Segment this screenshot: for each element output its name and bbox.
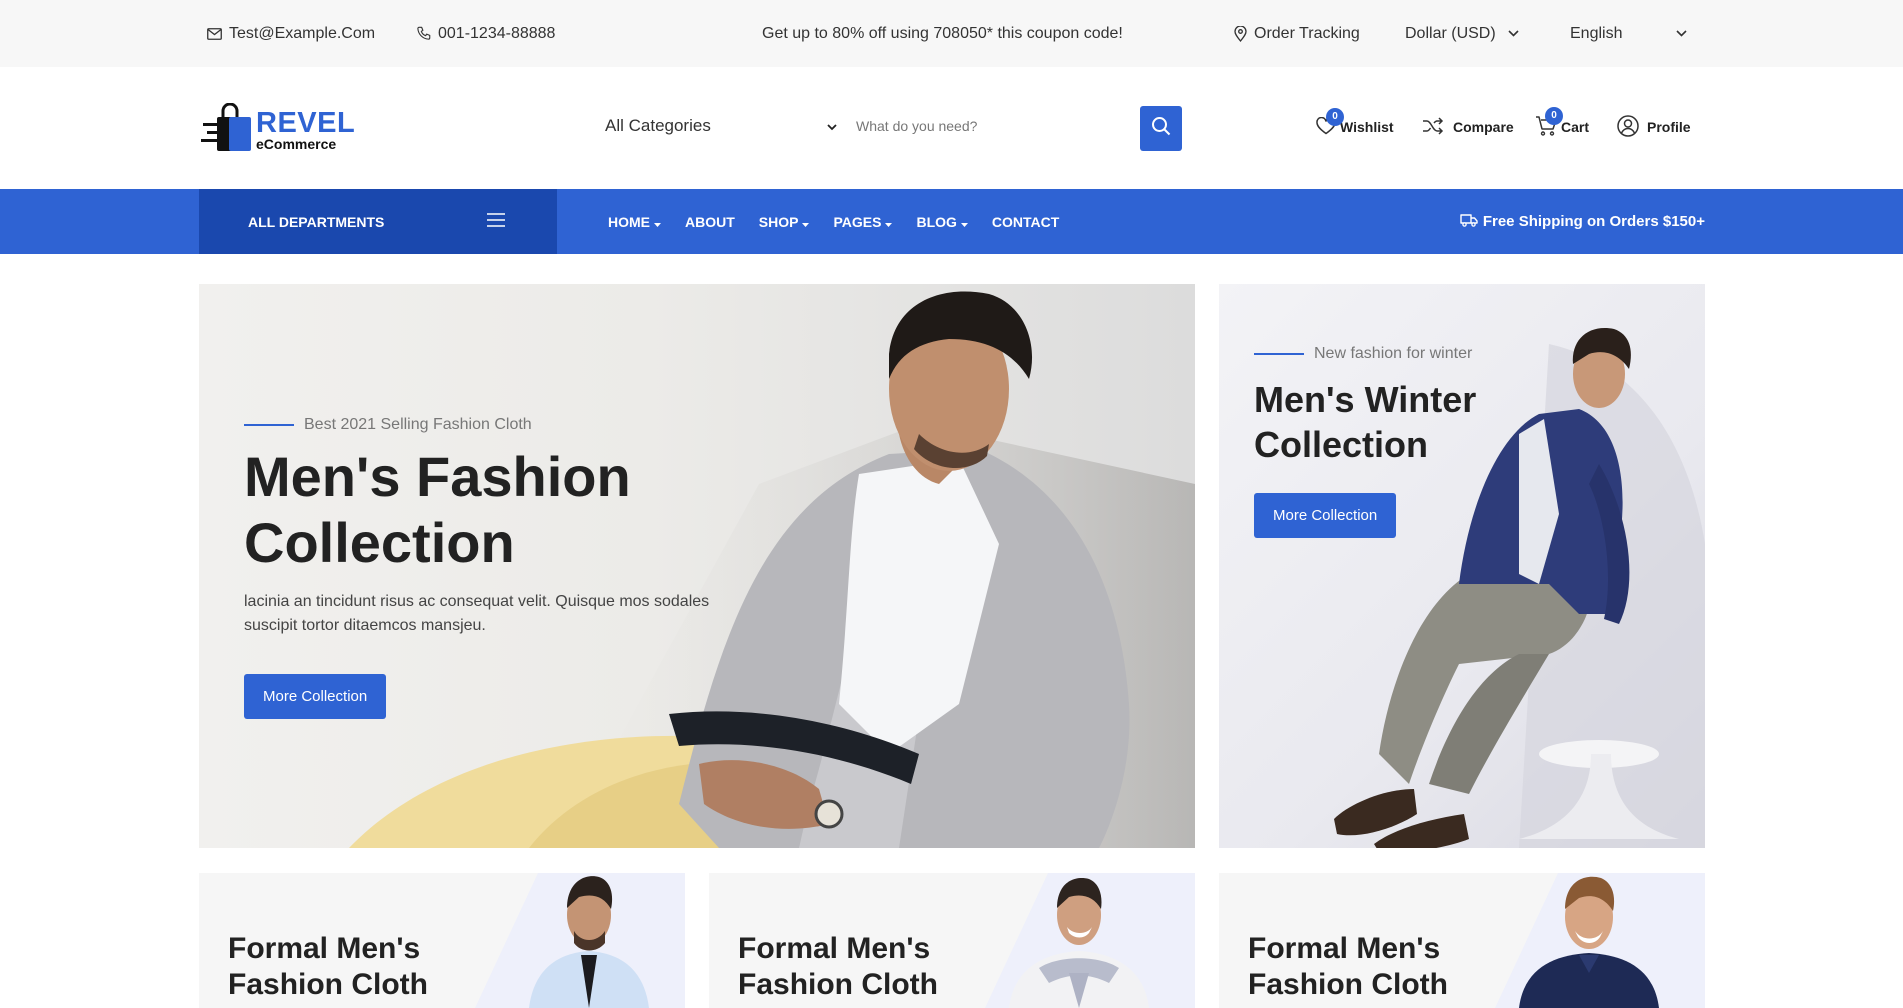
- order-tracking-link[interactable]: Order Tracking: [1234, 0, 1360, 67]
- nav-menu: HOME ABOUT SHOP PAGES BLOG CONTACT: [608, 189, 1083, 254]
- side-more-collection-button[interactable]: More Collection: [1254, 493, 1397, 538]
- main-navbar: ALL DEPARTMENTS HOME ABOUT SHOP PAGES BL…: [0, 189, 1903, 254]
- winter-model-image: [1334, 328, 1705, 848]
- caret-down-icon: [654, 214, 661, 230]
- hero-banner: Best 2021 Selling Fashion Cloth Men's Fa…: [199, 284, 1195, 848]
- contact-email[interactable]: Test@Example.Com: [207, 0, 375, 67]
- nav-item-label: ABOUT: [685, 213, 735, 230]
- order-tracking-label: Order Tracking: [1254, 24, 1360, 42]
- winter-collection-banner: New fashion for winter Men's Winter Coll…: [1219, 284, 1705, 848]
- compare-label: Compare: [1453, 119, 1514, 135]
- heart-icon: 0: [1316, 107, 1344, 138]
- hero-eyebrow-text: Best 2021 Selling Fashion Cloth: [304, 416, 532, 433]
- side-title: Men's Winter Collection: [1254, 379, 1477, 465]
- caret-down-icon: [960, 214, 968, 230]
- search-icon: [1151, 116, 1171, 141]
- card-title: Formal Men's Fashion Cloth: [228, 932, 428, 1001]
- side-eyebrow-text: New fashion for winter: [1314, 345, 1473, 362]
- user-icon: [1617, 114, 1639, 140]
- map-pin-icon: [1234, 25, 1247, 42]
- wishlist-link[interactable]: 0 Wishlist: [1316, 107, 1394, 141]
- category-card[interactable]: Formal Men's Fashion Cloth: [199, 873, 685, 1008]
- card-title: Formal Men's Fashion Cloth: [738, 932, 938, 1001]
- language-select[interactable]: English: [1570, 0, 1688, 67]
- profile-link[interactable]: Profile: [1617, 113, 1691, 141]
- chevron-down-icon: [827, 116, 837, 136]
- nav-item-label: SHOP: [758, 213, 799, 230]
- compare-link[interactable]: Compare: [1422, 113, 1514, 141]
- wishlist-label: Wishlist: [1340, 119, 1394, 135]
- contact-phone[interactable]: 001-1234-88888: [416, 0, 555, 67]
- currency-value: Dollar (USD): [1405, 24, 1496, 42]
- nav-item-label: CONTACT: [991, 213, 1060, 230]
- chevron-down-icon: [1676, 30, 1688, 37]
- logo-brand: REVEL: [256, 107, 356, 139]
- language-value: English: [1570, 24, 1623, 42]
- nav-item-about[interactable]: ABOUT: [685, 214, 735, 230]
- all-departments-label: ALL DEPARTMENTS: [248, 213, 385, 230]
- free-shipping-notice: Free Shipping on Orders $150+: [1460, 189, 1705, 254]
- nav-item-label: PAGES: [833, 213, 882, 230]
- eyebrow-line: [244, 424, 294, 426]
- cart-link[interactable]: 0 Cart: [1535, 106, 1590, 141]
- phone-icon: [416, 26, 431, 41]
- hamburger-menu-icon: [487, 213, 505, 230]
- nav-item-label: BLOG: [916, 213, 957, 230]
- mail-icon: [207, 27, 222, 40]
- site-logo[interactable]: REVEL eCommerce: [201, 103, 355, 155]
- hero-eyebrow: Best 2021 Selling Fashion Cloth: [244, 416, 532, 434]
- card-model-image: [1009, 878, 1149, 1008]
- search-button[interactable]: [1140, 106, 1182, 151]
- logo-text: REVEL eCommerce: [256, 107, 356, 152]
- chevron-down-icon: [1508, 30, 1519, 37]
- cart-icon: 0: [1535, 106, 1563, 139]
- coupon-text: Get up to 80% off using 708050* this cou…: [762, 24, 1123, 42]
- nav-item-label: HOME: [608, 213, 650, 230]
- hero-description: lacinia an tincidunt risus ac consequat …: [244, 593, 710, 634]
- nav-item-shop[interactable]: SHOP: [759, 214, 810, 230]
- cart-label: Cart: [1561, 119, 1590, 135]
- side-eyebrow: New fashion for winter: [1254, 345, 1472, 363]
- hero-more-collection-button[interactable]: More Collection: [244, 674, 387, 719]
- card-title: Formal Men's Fashion Cloth: [1248, 932, 1448, 1001]
- category-select-value: All Categories: [605, 116, 711, 135]
- wishlist-count-badge: 0: [1326, 107, 1344, 126]
- nav-item-contact[interactable]: CONTACT: [992, 214, 1059, 230]
- caret-down-icon: [885, 214, 893, 230]
- logo-subtitle: eCommerce: [256, 136, 337, 152]
- coupon-message: Get up to 80% off using 708050* this cou…: [762, 0, 1123, 67]
- category-select[interactable]: All Categories: [605, 111, 837, 141]
- nav-item-pages[interactable]: PAGES: [833, 213, 893, 230]
- shopping-bag-logo-icon: [201, 103, 251, 151]
- search-input[interactable]: [848, 109, 1128, 143]
- truck-icon: [1460, 213, 1478, 231]
- all-departments-button[interactable]: ALL DEPARTMENTS: [199, 189, 557, 254]
- profile-label: Profile: [1647, 119, 1691, 135]
- top-bar: Test@Example.Com 001-1234-88888 Get up t…: [0, 0, 1903, 67]
- phone-text: 001-1234-88888: [438, 24, 556, 42]
- currency-select[interactable]: Dollar (USD): [1405, 0, 1519, 67]
- card-model-image: [1519, 876, 1659, 1008]
- card-model-image: [529, 876, 649, 1008]
- caret-down-icon: [802, 214, 810, 230]
- email-text: Test@Example.Com: [229, 24, 376, 42]
- free-shipping-text: Free Shipping on Orders $150+: [1482, 213, 1705, 230]
- nav-item-blog[interactable]: BLOG: [916, 213, 968, 230]
- shuffle-icon: [1422, 116, 1444, 138]
- site-header: REVEL eCommerce All Categories 0 Wishlis…: [0, 67, 1903, 189]
- category-card[interactable]: Formal Men's Fashion Cloth: [709, 873, 1195, 1008]
- nav-item-home[interactable]: HOME: [608, 214, 661, 230]
- category-card[interactable]: Formal Men's Fashion Cloth: [1219, 873, 1705, 1008]
- cart-count-badge: 0: [1545, 106, 1563, 125]
- hero-title: Men's Fashion Collection: [244, 445, 631, 574]
- eyebrow-line: [1254, 353, 1304, 355]
